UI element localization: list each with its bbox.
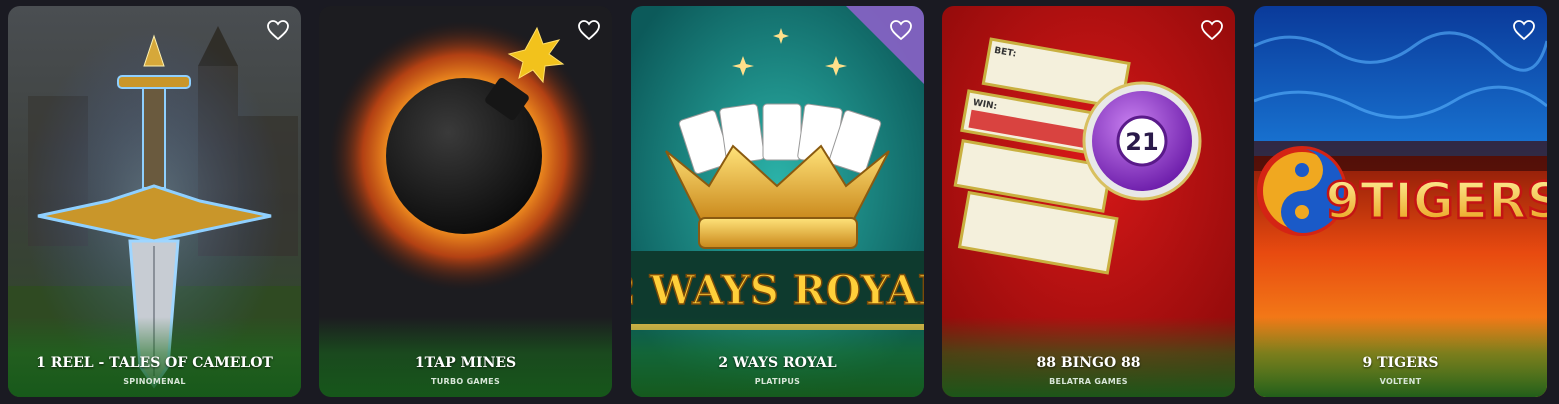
- game-provider: BELATRA GAMES: [1049, 377, 1128, 386]
- favorite-button[interactable]: [576, 18, 602, 42]
- heart-outline-icon: [1201, 20, 1223, 41]
- game-grid: 1 REEL - TALES OF CAMELOT SPINOMENAL 1TA…: [0, 0, 1559, 404]
- favorite-button[interactable]: [888, 18, 914, 42]
- favorite-button[interactable]: [1199, 18, 1225, 42]
- game-provider: SPINOMENAL: [123, 377, 186, 386]
- heart-outline-icon: [267, 20, 289, 41]
- game-title: 88 BINGO 88: [1036, 355, 1141, 371]
- game-card-9-tigers[interactable]: 9TIGERS 9 TIGERS VOLTENT: [1254, 6, 1547, 397]
- game-provider: PLATIPUS: [754, 377, 801, 386]
- game-provider: VOLTENT: [1379, 377, 1422, 386]
- game-title: 1 REEL - TALES OF CAMELOT: [36, 355, 273, 371]
- game-art-logo: 9TIGERS: [1325, 172, 1547, 230]
- game-card-2-ways-royal[interactable]: 2 WAYS ROYAL 2 WAYS ROYAL PLATIPUS: [631, 6, 924, 397]
- game-title: 1TAP MINES: [414, 355, 517, 371]
- game-card-88-bingo-88[interactable]: BET: WIN: 21 88 BINGO 88 BELATRA GAMES: [942, 6, 1235, 397]
- heart-outline-icon: [1513, 20, 1535, 41]
- bingo-ball-number: 21: [1125, 128, 1158, 156]
- game-title: 2 WAYS ROYAL: [718, 355, 837, 371]
- game-card-1-reel-tales-of-camelot[interactable]: 1 REEL - TALES OF CAMELOT SPINOMENAL: [8, 6, 301, 397]
- heart-outline-icon: [890, 20, 912, 41]
- favorite-button[interactable]: [1511, 18, 1537, 42]
- game-card-1tap-mines[interactable]: 1TAP MINES TURBO GAMES: [319, 6, 612, 397]
- game-art-logo: 2 WAYS ROYAL: [631, 267, 924, 314]
- heart-outline-icon: [578, 20, 600, 41]
- game-title: 9 TIGERS: [1362, 355, 1439, 371]
- favorite-button[interactable]: [265, 18, 291, 42]
- game-provider: TURBO GAMES: [430, 377, 501, 386]
